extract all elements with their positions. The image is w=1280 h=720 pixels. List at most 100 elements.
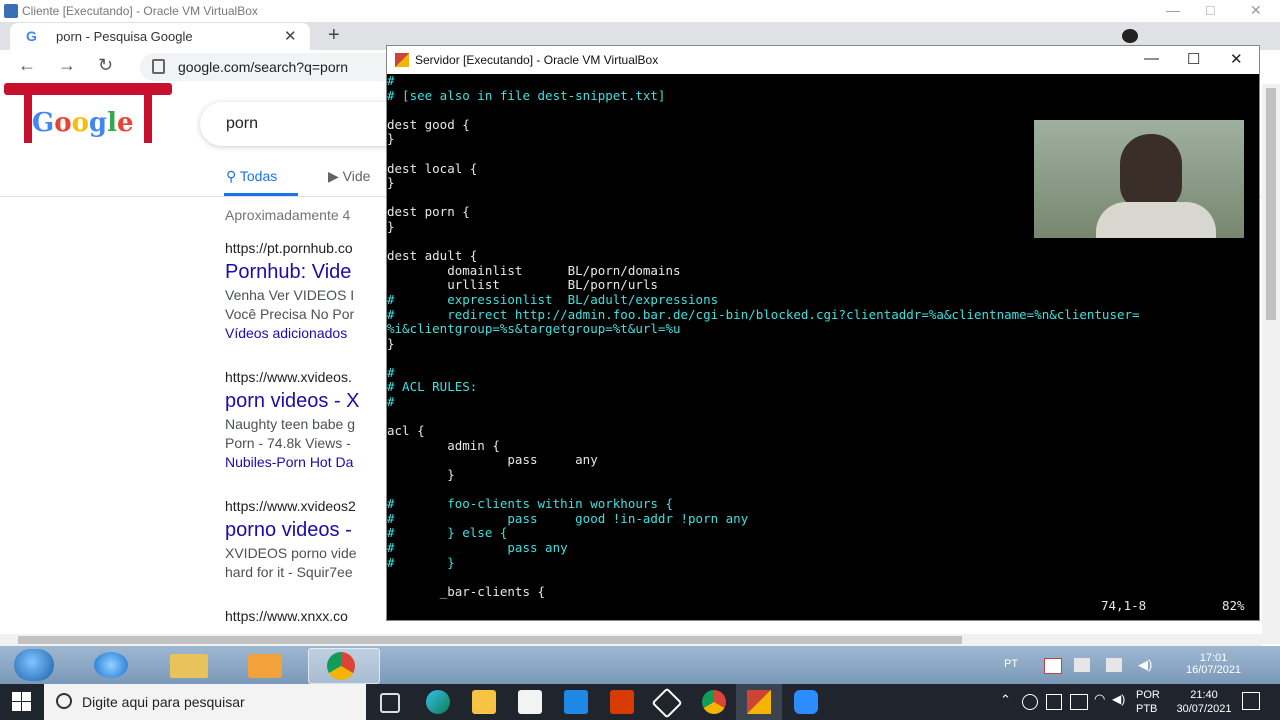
browser-tab[interactable]: G porn - Pesquisa Google ✕ (10, 23, 310, 50)
new-tab-button[interactable]: + (328, 24, 340, 47)
server-vm-titlebar[interactable]: Servidor [Executando] - Oracle VM Virtua… (387, 46, 1259, 74)
terminal-line: pass any (387, 452, 598, 468)
outer-window-title: Cliente [Executando] - Oracle VM Virtual… (22, 4, 258, 18)
terminal-line: # foo-clients within workhours { (387, 496, 673, 512)
battery-icon[interactable] (1070, 694, 1088, 710)
task-view-icon[interactable] (380, 693, 400, 713)
notifications-icon[interactable] (1242, 692, 1260, 710)
forward-button[interactable]: → (58, 55, 76, 76)
terminal-line: dest adult { (387, 248, 478, 264)
terminal-line: admin { (387, 437, 500, 453)
virtualbox-vm-icon (747, 690, 771, 714)
mail-icon[interactable] (564, 690, 588, 714)
result-count: Aproximadamente 4 (225, 207, 351, 223)
address-url: google.com/search?q=porn (178, 59, 349, 75)
result-title[interactable]: porn videos - X (225, 390, 360, 413)
volume-icon[interactable]: ◀) (1138, 657, 1152, 673)
tab-all-label: Todas (239, 168, 278, 184)
result-snippet: Naughty teen babe g (225, 416, 355, 432)
meet-icon[interactable] (1022, 694, 1038, 710)
language-bottom: PTB (1136, 703, 1158, 715)
guest-clock[interactable]: 17:01 16/07/2021 (1186, 652, 1241, 676)
windows-start-icon[interactable] (12, 692, 32, 712)
folder-icon[interactable] (170, 654, 208, 678)
result-snippet: XVIDEOS porno vide (225, 545, 357, 561)
search-icon: ⚲ (226, 168, 240, 184)
google-logo[interactable]: Google (32, 108, 134, 138)
terminal-line: } (387, 335, 395, 351)
back-button[interactable]: ← (18, 55, 36, 76)
terminal-line: # [see also in file dest-snippet.txt] (387, 87, 666, 103)
terminal-line: } (387, 467, 455, 483)
active-taskbar-item[interactable] (736, 684, 782, 720)
result-title[interactable]: porno videos - (225, 519, 352, 542)
maximize-icon[interactable]: ☐ (1187, 50, 1200, 68)
media-player-icon[interactable] (248, 654, 282, 678)
result-url[interactable]: https://www.xvideos2 (225, 498, 356, 514)
network-icon[interactable] (1044, 658, 1062, 674)
flag-icon[interactable] (1106, 658, 1122, 672)
host-language[interactable]: POR PTB (1136, 688, 1160, 716)
video-icon: ▶ (328, 168, 343, 184)
minimize-icon[interactable]: — (1144, 50, 1159, 67)
terminal-line: acl { (387, 423, 425, 439)
scroll-thumb[interactable] (1266, 88, 1276, 320)
terminal-line: # (387, 74, 395, 88)
minimize-icon[interactable]: — (1166, 2, 1180, 18)
terminal-line: urllist BL/porn/urls (387, 277, 658, 293)
windows7-start-button[interactable] (14, 649, 54, 681)
edge-icon[interactable] (426, 690, 450, 714)
virtualbox-icon (395, 53, 409, 67)
webcam-overlay (1034, 120, 1244, 238)
maximize-icon[interactable]: □ (1206, 2, 1214, 18)
file-explorer-icon[interactable] (472, 690, 496, 714)
guest-time: 17:01 (1199, 652, 1228, 664)
office-icon[interactable] (610, 690, 634, 714)
result-url[interactable]: https://pt.pornhub.co (225, 240, 353, 256)
zoom-icon[interactable] (794, 690, 818, 714)
result-title[interactable]: Pornhub: Vide (225, 261, 351, 284)
close-icon[interactable]: ✕ (1250, 2, 1262, 19)
search-query: porn (226, 115, 259, 132)
device-icon[interactable] (1046, 694, 1062, 710)
device-icon[interactable] (1074, 658, 1090, 672)
terminal-line: # } else { (387, 525, 508, 541)
host-time: 21:40 (1190, 689, 1218, 701)
internet-explorer-icon[interactable] (94, 652, 128, 678)
profile-icon[interactable] (1122, 29, 1138, 43)
lock-icon (152, 59, 165, 74)
chrome-icon[interactable] (702, 690, 726, 714)
volume-icon[interactable]: ◀) (1112, 692, 1125, 706)
guest-language[interactable]: PT (1004, 658, 1018, 670)
taskbar-search-placeholder: Digite aqui para pesquisar (82, 694, 245, 710)
terminal-line: # pass any (387, 540, 568, 555)
result-url[interactable]: https://www.xvideos. (225, 369, 352, 385)
tab-all[interactable]: ⚲ Todas (226, 168, 277, 185)
result-url[interactable]: https://www.xnxx.co (225, 608, 348, 624)
tab-videos[interactable]: ▶ Vide (328, 168, 370, 185)
result-sitelink[interactable]: Nubiles-Porn Hot Da (225, 454, 353, 470)
search-icon (56, 693, 72, 709)
vertical-scrollbar[interactable] (1262, 84, 1280, 644)
result-snippet: Você Precisa No Por (225, 306, 355, 322)
horizontal-scrollbar[interactable] (0, 634, 1262, 646)
store-icon[interactable] (518, 690, 542, 714)
result-sitelink[interactable]: Vídeos adicionados (225, 325, 347, 341)
wifi-icon[interactable]: ◠ (1094, 691, 1105, 707)
person-body (1096, 202, 1216, 238)
virtualbox-icon (4, 4, 18, 18)
chevron-up-icon[interactable]: ⌃ (1000, 692, 1011, 708)
tab-close-icon[interactable]: ✕ (284, 27, 297, 45)
close-icon[interactable]: ✕ (1230, 50, 1243, 68)
taskbar-search-box[interactable]: Digite aqui para pesquisar (44, 684, 366, 720)
scroll-thumb[interactable] (18, 636, 962, 644)
terminal-line: # } (387, 554, 455, 570)
chrome-taskbar-button[interactable] (308, 648, 380, 684)
reload-button[interactable]: ↻ (98, 55, 113, 76)
host-clock[interactable]: 21:40 30/07/2021 (1176, 688, 1232, 716)
terminal-line: # (387, 394, 395, 410)
result-snippet: hard for it - Squir7ee (225, 564, 353, 580)
